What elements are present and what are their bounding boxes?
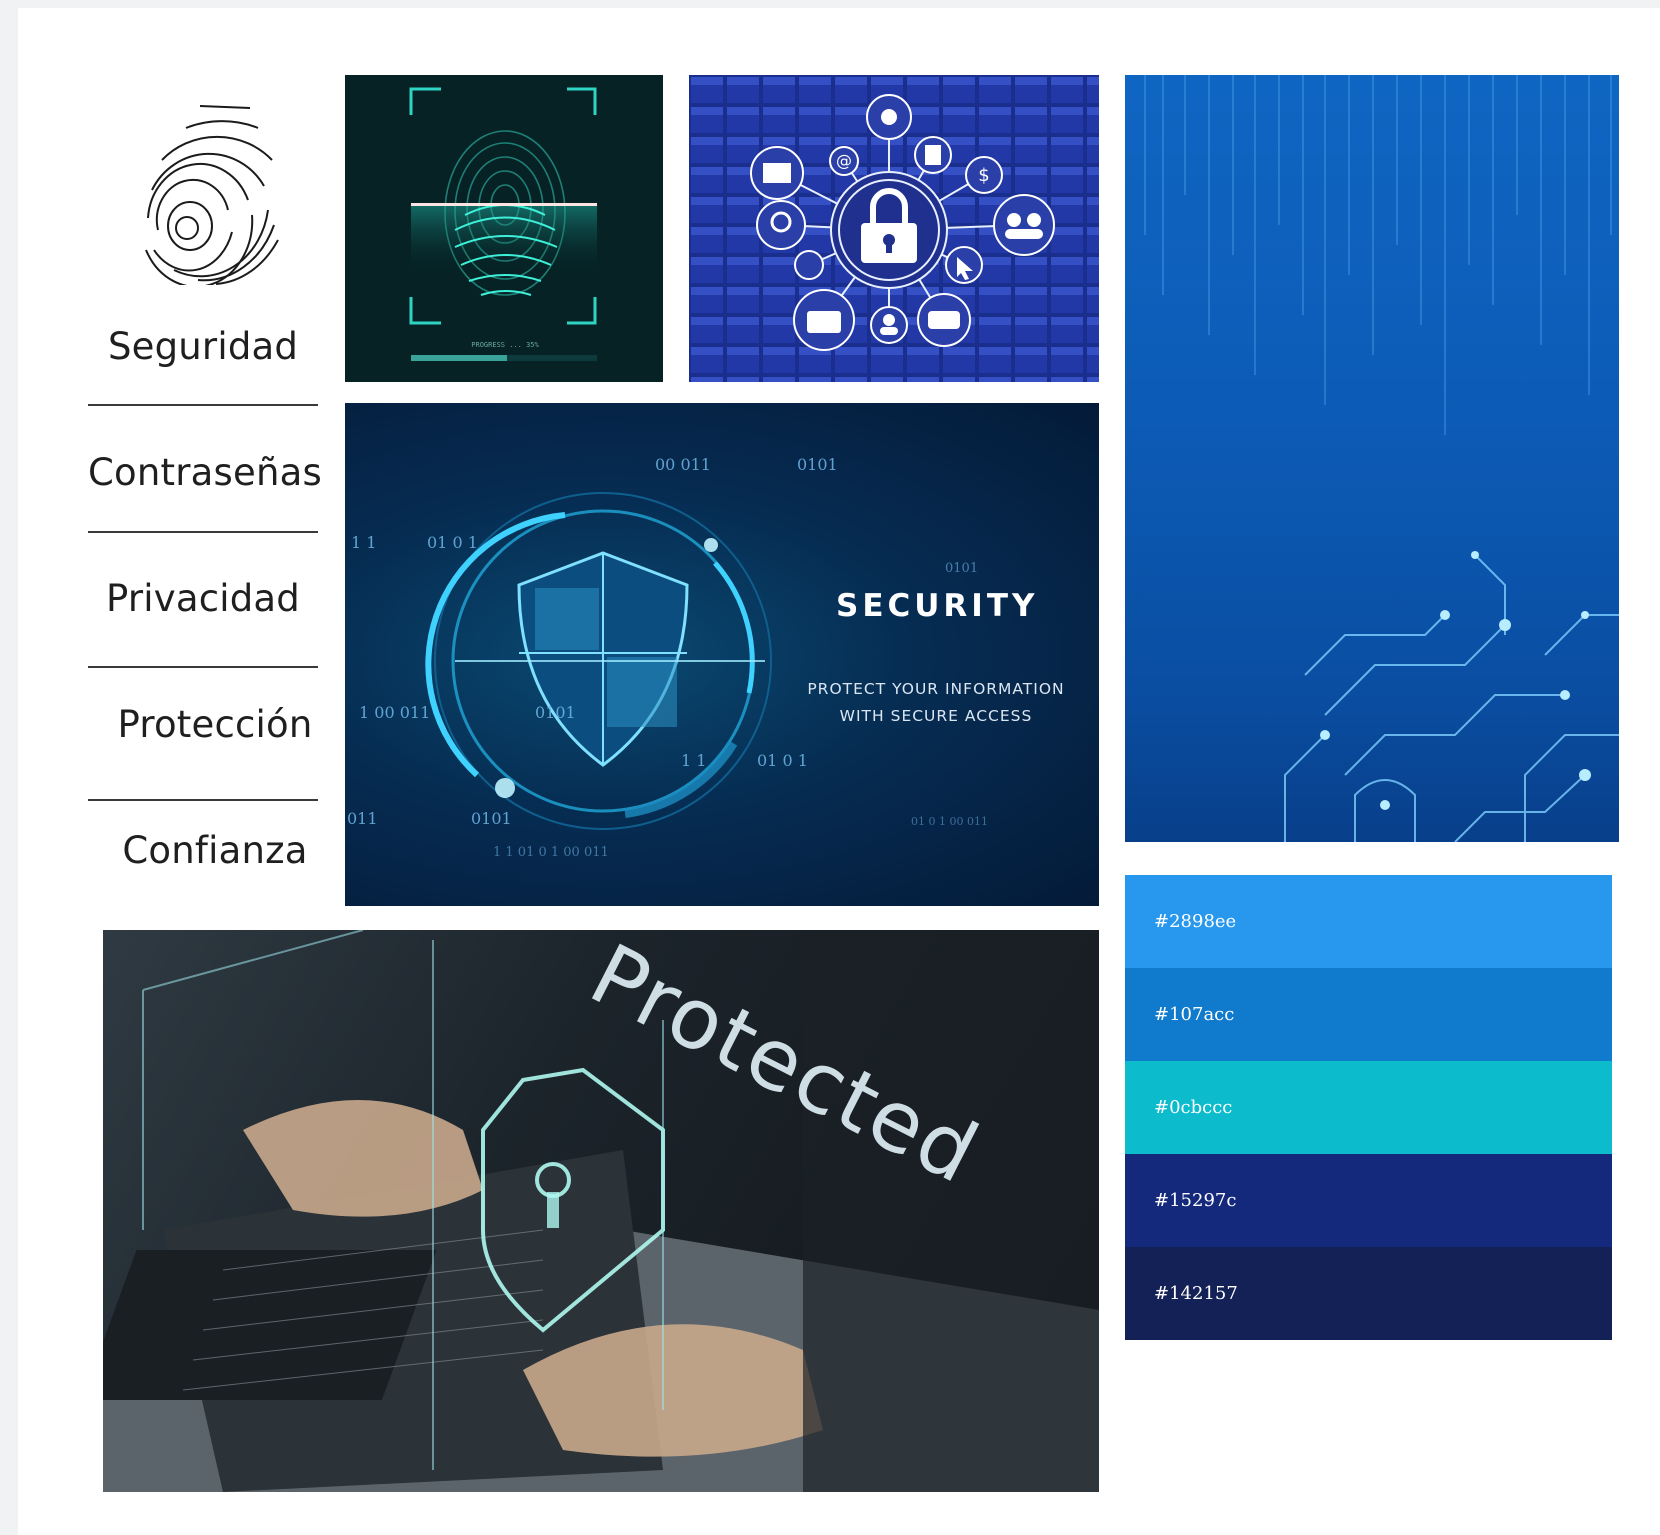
swatch-label: #2898ee [1154,911,1237,932]
binary-text: 01 0 1 [427,533,478,552]
scan-progress-caption: PROGRESS ... 35% [471,341,539,349]
network-security-image: @ $ [689,75,1099,382]
swatch-label: #107acc [1154,1004,1235,1025]
security-subtitle-line-1: PROTECT YOUR INFORMATION [807,680,1065,698]
binary-text: 1 00 011 [359,703,431,722]
swatch-label: #15297c [1154,1190,1237,1211]
swatch-label: #142157 [1154,1283,1238,1304]
binary-text: 1 1 [351,533,377,552]
swatch-107acc: #107acc [1125,968,1612,1061]
keyword-privacidad: Privacidad [106,577,300,620]
swatch-15297c: #15297c [1125,1154,1612,1247]
swatch-2898ee: #2898ee [1125,875,1612,968]
binary-text: 1 1 01 0 1 00 011 [493,845,609,860]
binary-text: 1 1 [681,751,707,770]
security-shield-image: 00 011 0101 1 1 01 0 1 1 00 011 0101 1 1… [345,403,1099,906]
keyword-confianza: Confianza [122,829,308,872]
svg-text:@: @ [836,151,852,170]
fingerprint-scan-image: PROGRESS ... 35% [345,75,663,382]
security-title: SECURITY [836,588,1039,624]
binary-text: 0101 [945,561,979,576]
binary-text: 0101 [535,703,576,722]
swatch-label: #0cbccc [1154,1097,1233,1118]
wifi-icon [794,250,824,280]
divider [88,666,318,668]
divider [88,404,318,406]
color-palette: #2898ee #107acc #0cbccc #15297c #142157 [1125,875,1612,1340]
users-icon [993,194,1055,256]
divider [88,531,318,533]
search-icon [756,200,806,250]
binary-text: 01 0 1 [757,751,808,770]
binary-text: 0101 [797,455,838,474]
binary-text: 01 0 1 00 011 [911,815,988,828]
keyword-seguridad: Seguridad [107,325,299,368]
binary-text: 0101 [471,809,512,828]
binary-text: 00 011 [655,455,711,474]
keyword-contrasenas: Contraseñas [88,451,322,494]
fingerprint-icon [145,105,279,285]
security-subtitle: PROTECT YOUR INFORMATION WITH SECURE ACC… [796,676,1076,730]
binary-text: 011 [347,809,378,828]
svg-text:$: $ [978,165,989,186]
divider [88,799,318,801]
keyword-proteccion: Protección [117,703,313,746]
swatch-0cbccc: #0cbccc [1125,1061,1612,1154]
code-circuit-image [1125,75,1619,842]
swatch-142157: #142157 [1125,1247,1612,1340]
security-subtitle-line-2: WITH SECURE ACCESS [839,707,1033,725]
